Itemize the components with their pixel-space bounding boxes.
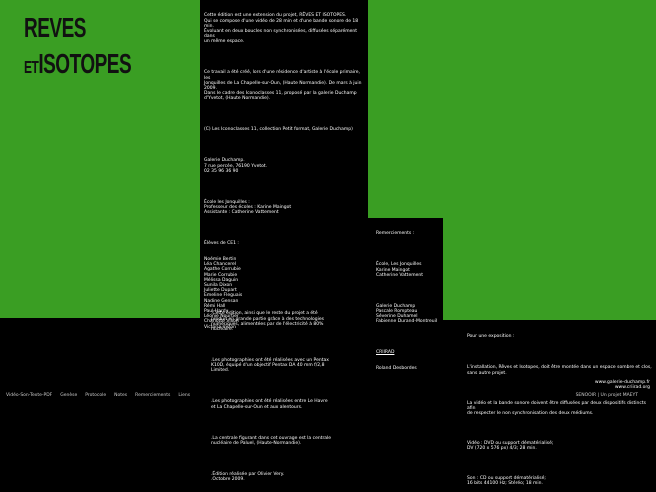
intro-p4: Galerie Duchamp. 7 rue percée, 76190 Yve…	[204, 158, 268, 174]
expo-p3: Vidéo : DVD ou support dématérialisé; DV…	[467, 441, 554, 452]
intro-p2: Ce travail a été créé, lors d'une réside…	[204, 70, 362, 102]
expo-text: Pour une exposition : L'installation, Rê…	[467, 324, 652, 492]
bottom-nav: Vidéo-Son-Texte-PDF Genèse Protocole Not…	[6, 393, 190, 398]
edition-p4: .La centrale figurant dans cet ouvrage e…	[211, 435, 332, 446]
thanks-group1: École, Les Jonquilles Karine Maingot Cat…	[376, 262, 423, 278]
title-line2-prefix: ET	[24, 57, 39, 78]
intro-p5: École les Jonquilles : Professeur des éc…	[204, 199, 292, 216]
thanks-group3: Roland Desbordes	[376, 366, 417, 372]
nav-item-protocole[interactable]: Protocole	[85, 393, 106, 398]
edition-text: .Cette édition, ainsi que le reste du pr…	[211, 301, 361, 488]
title-line2-main: ISOTOPES	[38, 50, 132, 81]
nav-item-remerciements[interactable]: Remerciements	[135, 393, 170, 398]
expo-p2: La vidéo et la bande sonore doivent être…	[467, 400, 646, 417]
intro-p1: Cette édition est une extension du proje…	[204, 13, 359, 45]
title-line2: ETISOTOPES	[24, 50, 132, 82]
intro-p3: (C) Les Iconoclasses 11, collection Peti…	[204, 127, 353, 133]
expo-links[interactable]: www.galerie-duchamp.fr www.criirad.org	[590, 380, 650, 390]
green-panel-top-right	[368, 0, 656, 218]
expo-heading: Pour une exposition :	[467, 334, 515, 340]
thanks-group2: Galerie Duchamp Pascale Rompteau Séverin…	[376, 303, 438, 325]
intro-text: Cette édition est une extension du proje…	[204, 3, 364, 335]
edition-p2: .Les photographies ont été réalisées ave…	[211, 358, 329, 374]
nav-item-video[interactable]: Vidéo-Son-Texte-PDF	[6, 393, 52, 398]
expo-p1: L'installation, Rêves et Isotopes, doit …	[467, 365, 652, 376]
green-panel-mid-left	[0, 218, 200, 318]
edition-p3: .Les photographies ont été réalisées ent…	[211, 399, 328, 410]
edition-p1: .Cette édition, ainsi que le reste du pr…	[211, 311, 325, 333]
students-heading: Élèves de CE1 :	[204, 241, 239, 247]
thanks-text: Remerciements : École, Les Jonquilles Ka…	[376, 221, 440, 376]
nav-item-liens[interactable]: Liens	[178, 393, 190, 398]
edition-p5: .Édition réalisée par Olivier Very. .Oct…	[211, 471, 285, 483]
thanks-group3-heading: CRIIRAD	[376, 350, 395, 356]
expo-p4: Son : CD ou support dématérialisé; 16 bi…	[467, 476, 546, 487]
green-panel-right	[443, 218, 656, 320]
footer-credit: SENOOIR | Un projet MAEYT	[575, 393, 638, 398]
title-line1: REVES	[24, 14, 86, 45]
thanks-heading: Remerciements :	[376, 231, 415, 237]
nav-item-notes[interactable]: Notes	[114, 393, 127, 398]
nav-item-genese[interactable]: Genèse	[60, 393, 77, 398]
